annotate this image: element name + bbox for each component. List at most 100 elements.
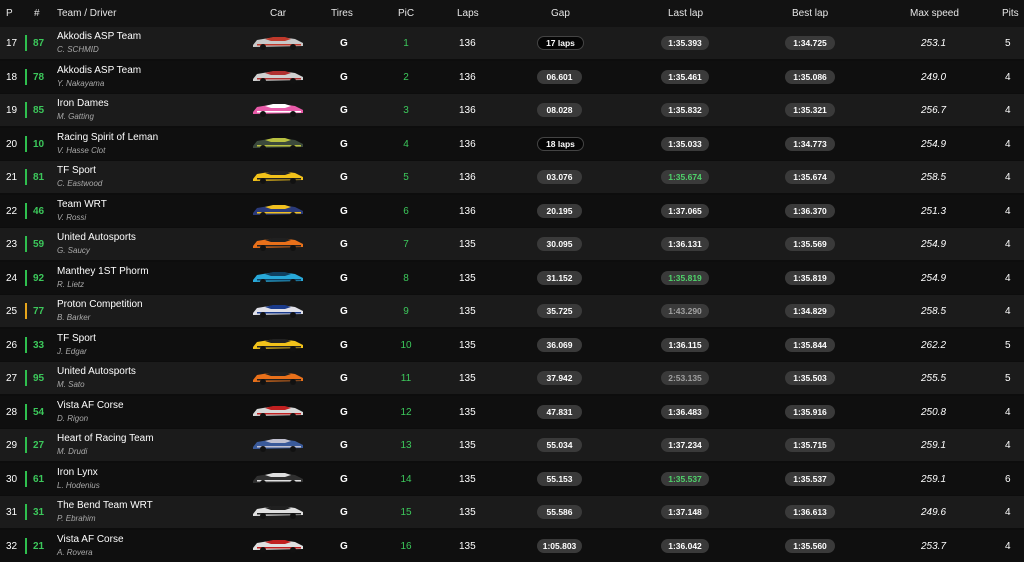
position-in-class: 16: [400, 540, 412, 552]
tire-compound: G: [340, 71, 348, 83]
best-lap-pill: 1:35.916: [785, 404, 835, 419]
driver-name[interactable]: V. Hasse Clot: [57, 146, 105, 155]
best-lap-pill: 1:35.569: [785, 237, 835, 251]
driver-name[interactable]: C. SCHMID: [57, 45, 99, 54]
team-name[interactable]: TF Sport: [57, 333, 96, 344]
team-name[interactable]: Manthey 1ST Phorm: [57, 266, 149, 277]
team-name[interactable]: Iron Dames: [57, 98, 109, 109]
table-row[interactable]: 27 95 United Autosports M. Sato G 11 135 37.942…: [0, 362, 1024, 394]
table-row[interactable]: 23 59 United Autosports G. Saucy G 7 135 30.095…: [0, 228, 1024, 260]
driver-name[interactable]: D. Rigon: [57, 414, 88, 423]
table-row[interactable]: 25 77 Proton Competition B. Barker G 9 135 35.7…: [0, 295, 1024, 327]
table-row[interactable]: 20 10 Racing Spirit of Leman V. Hasse Clot G…: [0, 127, 1024, 160]
best-lap-pill: 1:34.725: [785, 36, 835, 50]
table-row[interactable]: 19 85 Iron Dames M. Gatting G 3 136 08.028 1:35.…: [0, 94, 1024, 126]
laps-count: 135: [459, 540, 476, 552]
best-lap-pill: 1:35.844: [785, 337, 835, 352]
team-name[interactable]: United Autosports: [57, 366, 136, 377]
tire-compound: G: [340, 406, 348, 418]
last-lap-pill: 1:43.290: [661, 304, 709, 318]
driver-name[interactable]: L. Hodenius: [57, 481, 100, 490]
table-row[interactable]: 21 81 TF Sport C. Eastwood G 5 136 03.076 1:35.6…: [0, 161, 1024, 193]
max-speed: 249.0: [921, 71, 947, 83]
driver-name[interactable]: M. Sato: [57, 380, 85, 389]
class-indicator-bar: [25, 437, 27, 453]
driver-name[interactable]: M. Drudi: [57, 447, 87, 456]
gap-pill: 03.076: [537, 170, 582, 184]
max-speed: 254.9: [921, 138, 947, 150]
table-row[interactable]: 24 92 Manthey 1ST Phorm R. Lietz G 8 135 31.152…: [0, 261, 1024, 294]
driver-name[interactable]: J. Edgar: [57, 347, 87, 356]
position-cell: 29: [6, 440, 18, 451]
header-laps[interactable]: Laps: [457, 8, 479, 19]
car-livery-image: [253, 539, 303, 553]
class-indicator-bar: [25, 370, 27, 386]
team-name[interactable]: United Autosports: [57, 232, 136, 243]
tire-compound: G: [340, 105, 348, 116]
last-lap-pill: 1:35.819: [661, 270, 709, 285]
header-car[interactable]: Car: [270, 8, 286, 19]
header-number[interactable]: #: [34, 8, 40, 19]
driver-name[interactable]: Y. Nakayama: [57, 79, 104, 88]
gap-pill: 55.586: [537, 505, 582, 519]
team-name[interactable]: Proton Competition: [57, 299, 143, 310]
table-row[interactable]: 26 33 TF Sport J. Edgar G 10 135 36.069 1:36.115…: [0, 328, 1024, 361]
laps-count: 135: [459, 473, 476, 485]
header-last-lap[interactable]: Last lap: [668, 8, 703, 19]
best-lap-pill: 1:35.321: [785, 103, 835, 117]
max-speed: 249.6: [921, 507, 947, 518]
driver-name[interactable]: M. Gatting: [57, 112, 94, 121]
driver-name[interactable]: C. Eastwood: [57, 179, 102, 188]
table-row[interactable]: 28 54 Vista AF Corse D. Rigon G 12 135 47.831 1:…: [0, 395, 1024, 428]
team-name[interactable]: Racing Spirit of Leman: [57, 132, 158, 143]
driver-name[interactable]: R. Lietz: [57, 280, 84, 289]
team-name[interactable]: TF Sport: [57, 165, 96, 176]
position-cell: 32: [6, 540, 18, 552]
team-name[interactable]: Heart of Racing Team: [57, 433, 154, 444]
table-row[interactable]: 22 46 Team WRT V. Rossi G 6 136 20.195 1:37.065 1…: [0, 194, 1024, 227]
max-speed: 259.1: [921, 473, 947, 485]
tire-compound: G: [340, 272, 348, 284]
last-lap-pill: 1:36.483: [661, 404, 709, 419]
header-max-speed[interactable]: Max speed: [910, 8, 959, 19]
last-lap-pill: 1:35.461: [661, 69, 709, 84]
team-name[interactable]: Akkodis ASP Team: [57, 31, 141, 42]
header-pic[interactable]: PiC: [398, 8, 414, 19]
driver-name[interactable]: B. Barker: [57, 313, 90, 322]
team-name[interactable]: Akkodis ASP Team: [57, 65, 141, 76]
header-gap[interactable]: Gap: [551, 8, 570, 19]
table-row[interactable]: 32 21 Vista AF Corse A. Rovera G 16 135 1:05.80…: [0, 529, 1024, 562]
driver-name[interactable]: V. Rossi: [57, 213, 86, 222]
driver-name[interactable]: A. Rovera: [57, 548, 93, 557]
best-lap-pill: 1:35.560: [785, 538, 835, 553]
pit-stops: 5: [1005, 339, 1011, 351]
gap-pill: 1:05.803: [537, 538, 582, 553]
table-row[interactable]: 31 31 The Bend Team WRT P. Ebrahim G 15 135 55.…: [0, 496, 1024, 528]
team-name[interactable]: Vista AF Corse: [57, 534, 124, 545]
car-number: 77: [33, 306, 45, 317]
team-name[interactable]: Iron Lynx: [57, 467, 98, 478]
team-name[interactable]: The Bend Team WRT: [57, 500, 153, 511]
header-position[interactable]: P: [6, 8, 13, 19]
position-cell: 23: [6, 239, 18, 250]
car-number: 61: [33, 473, 45, 485]
pit-stops: 4: [1005, 306, 1011, 317]
position-cell: 19: [6, 105, 18, 116]
last-lap-pill: 1:37.148: [661, 505, 709, 519]
car-number: 59: [33, 239, 45, 250]
table-row[interactable]: 17 87 Akkodis ASP Team C. SCHMID G 1 136 17 lap…: [0, 27, 1024, 59]
class-indicator-bar: [25, 537, 27, 554]
driver-name[interactable]: G. Saucy: [57, 246, 90, 255]
header-tires[interactable]: Tires: [331, 8, 353, 19]
driver-name[interactable]: P. Ebrahim: [57, 514, 96, 523]
table-row[interactable]: 18 78 Akkodis ASP Team Y. Nakayama G 2 136 06.6…: [0, 60, 1024, 93]
header-team-driver[interactable]: Team / Driver: [57, 8, 116, 19]
team-name[interactable]: Vista AF Corse: [57, 400, 124, 411]
header-pits[interactable]: Pits: [1002, 8, 1019, 19]
table-row[interactable]: 30 61 Iron Lynx L. Hodenius G 14 135 55.153 1:35…: [0, 462, 1024, 495]
gap-pill: 35.725: [537, 304, 582, 318]
table-row[interactable]: 29 27 Heart of Racing Team M. Drudi G 13 135 55…: [0, 429, 1024, 461]
pit-stops: 4: [1005, 172, 1011, 183]
header-best-lap[interactable]: Best lap: [792, 8, 828, 19]
team-name[interactable]: Team WRT: [57, 199, 107, 210]
